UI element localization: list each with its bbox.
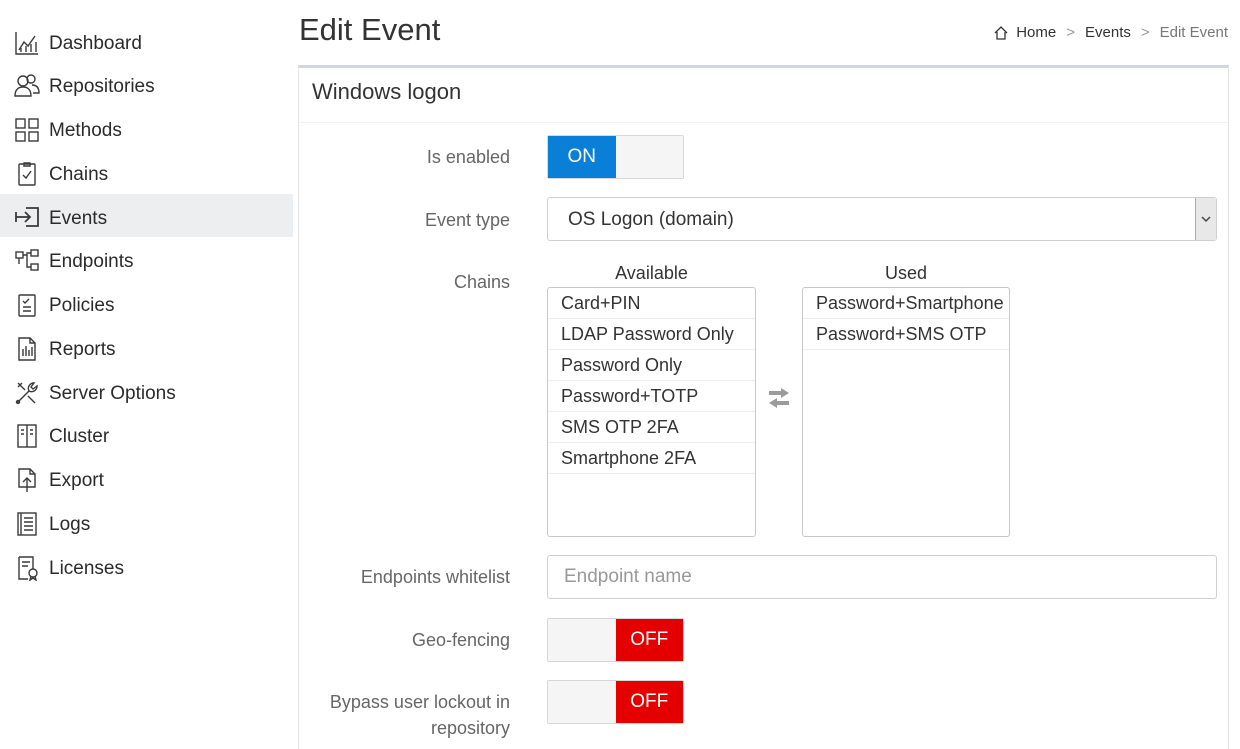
geo-fencing-label: Geo-fencing xyxy=(411,630,510,650)
sidebar-item-repositories[interactable]: Repositories xyxy=(0,64,293,107)
home-icon xyxy=(994,25,1008,40)
logs-icon xyxy=(13,510,41,538)
sidebar-item-label: Licenses xyxy=(49,558,124,579)
breadcrumb-separator: > xyxy=(1066,24,1075,41)
sidebar-item-label: Export xyxy=(49,470,104,491)
toggle-blank-half xyxy=(548,619,616,661)
breadcrumb-separator: > xyxy=(1140,24,1150,41)
tools-icon xyxy=(13,379,41,407)
sidebar-item-server-options[interactable]: Server Options xyxy=(0,371,293,414)
chevron-down-icon xyxy=(1195,198,1216,240)
page-title: Edit Event xyxy=(299,12,441,47)
geo-fencing-toggle[interactable]: OFF xyxy=(547,618,684,662)
used-chains-list[interactable]: Password+Smartphone Password+SMS OTP xyxy=(802,287,1010,537)
license-icon xyxy=(13,554,41,582)
sidebar-item-label: Reports xyxy=(49,339,116,360)
users-icon xyxy=(13,72,41,100)
is-enabled-label: Is enabled xyxy=(426,147,510,167)
sidebar-item-label: Server Options xyxy=(49,383,176,404)
bypass-lockout-toggle[interactable]: OFF xyxy=(547,680,684,724)
bypass-lockout-label-line2: repository xyxy=(430,718,510,738)
available-chains-list[interactable]: Card+PIN LDAP Password Only Password Onl… xyxy=(547,287,756,537)
chains-label: Chains xyxy=(453,272,510,292)
list-item[interactable]: SMS OTP 2FA xyxy=(548,412,755,443)
toggle-blank-half xyxy=(548,681,616,723)
grid-icon xyxy=(13,116,41,144)
sidebar-item-label: Events xyxy=(49,208,108,229)
list-item[interactable]: Password+SMS OTP xyxy=(803,319,1009,350)
sidebar-item-label: Endpoints xyxy=(49,251,134,272)
breadcrumb-current: Edit Event xyxy=(1159,24,1228,41)
breadcrumb: Home > Events > Edit Event xyxy=(994,24,1228,41)
sign-in-icon xyxy=(13,203,41,231)
toggle-blank-half xyxy=(615,136,683,178)
sidebar-item-label: Methods xyxy=(49,120,122,141)
list-item[interactable]: Password+Smartphone xyxy=(803,288,1009,319)
breadcrumb-home-link[interactable]: Home xyxy=(1016,24,1056,41)
is-enabled-toggle[interactable]: ON xyxy=(547,135,684,179)
list-item[interactable]: Smartphone 2FA xyxy=(548,443,755,474)
sidebar-item-label: Repositories xyxy=(49,76,155,97)
available-chains-header: Available xyxy=(615,263,688,283)
list-item[interactable]: Password+TOTP xyxy=(548,381,755,412)
list-item[interactable]: LDAP Password Only xyxy=(548,319,755,350)
event-type-value: OS Logon (domain) xyxy=(568,209,734,230)
sidebar-item-export[interactable]: Export xyxy=(0,458,293,501)
report-icon xyxy=(13,335,41,363)
sidebar-item-label: Dashboard xyxy=(49,33,142,54)
sidebar-item-label: Logs xyxy=(49,514,91,535)
toggle-on-state: ON xyxy=(548,136,616,178)
network-icon xyxy=(13,247,41,275)
used-chains-header: Used xyxy=(884,263,928,283)
endpoints-whitelist-label: Endpoints whitelist xyxy=(360,567,510,587)
toggle-off-state: OFF xyxy=(615,619,683,661)
swap-arrows-icon[interactable] xyxy=(765,387,793,409)
chart-icon xyxy=(13,29,41,57)
endpoint-name-input[interactable] xyxy=(547,555,1217,599)
export-icon xyxy=(13,466,41,494)
list-item[interactable]: Card+PIN xyxy=(548,288,755,319)
toggle-off-state: OFF xyxy=(615,681,683,723)
sidebar-item-label: Chains xyxy=(49,164,109,185)
breadcrumb-events-link[interactable]: Events xyxy=(1085,24,1131,41)
event-type-label: Event type xyxy=(424,210,510,230)
panel-title: Windows logon xyxy=(312,79,462,104)
sidebar-item-cluster[interactable]: Cluster xyxy=(0,414,293,457)
panel-header: Windows logon xyxy=(299,68,1228,123)
event-type-select[interactable]: OS Logon (domain) xyxy=(547,197,1217,241)
clipboard-check-icon xyxy=(13,160,41,188)
sidebar-item-reports[interactable]: Reports xyxy=(0,327,293,370)
sidebar-item-dashboard[interactable]: Dashboard xyxy=(0,21,293,64)
list-item[interactable]: Password Only xyxy=(548,350,755,381)
sidebar-item-label: Cluster xyxy=(49,426,110,447)
cluster-icon xyxy=(13,422,41,450)
bypass-lockout-label-line1: Bypass user lockout in xyxy=(329,692,510,712)
sidebar-item-label: Policies xyxy=(49,295,115,316)
sidebar-item-logs[interactable]: Logs xyxy=(0,502,293,545)
policy-icon xyxy=(13,291,41,319)
